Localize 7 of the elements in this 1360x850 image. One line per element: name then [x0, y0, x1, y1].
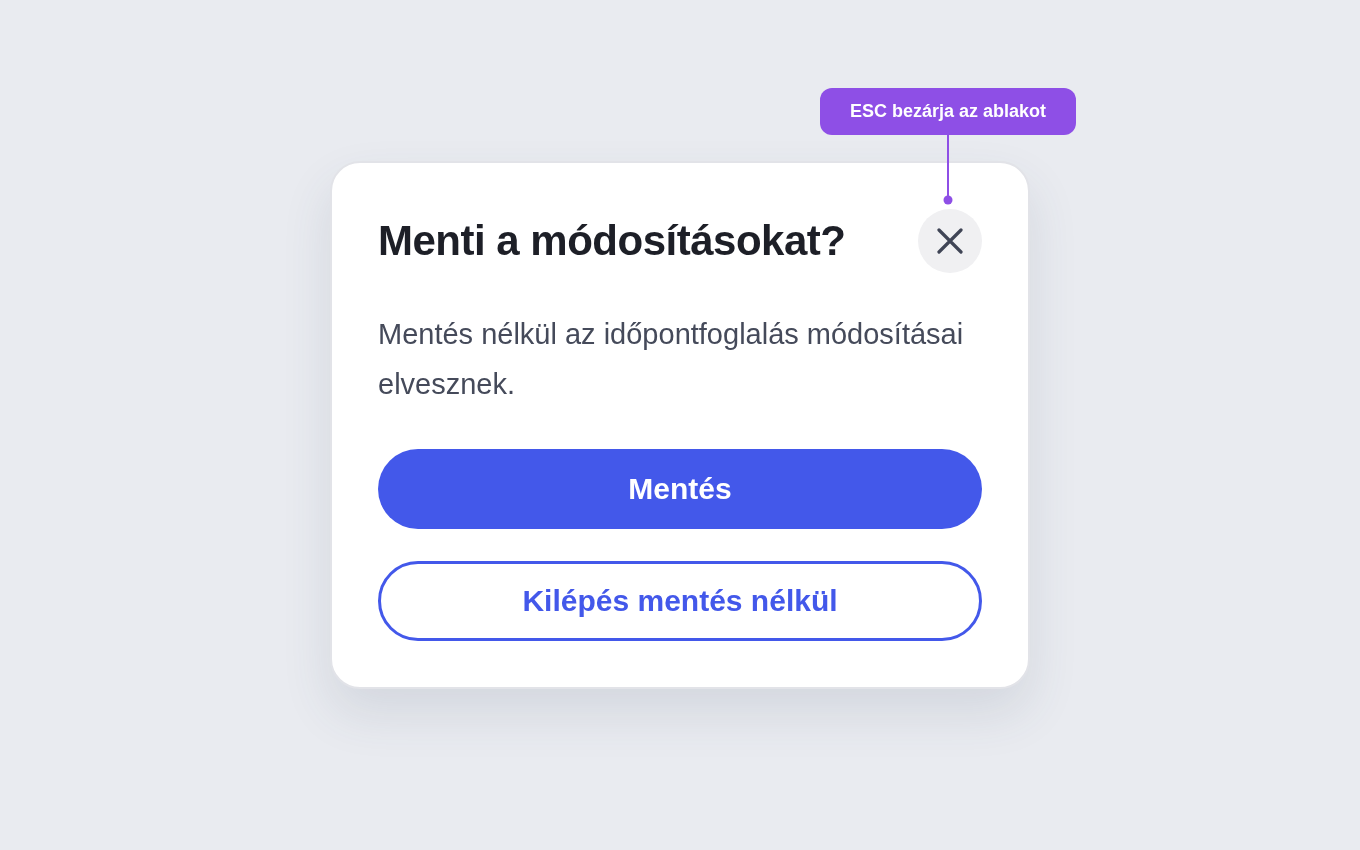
save-button[interactable]: Mentés [378, 449, 982, 529]
leader-line [943, 135, 953, 206]
dialog-title: Menti a módosításokat? [378, 217, 846, 265]
dialog-message: Mentés nélkül az időpontfoglalás módosításai elvesznek. [378, 317, 965, 402]
annotation-tooltip: ESC bezárja az ablakot [820, 88, 1076, 135]
discard-button[interactable]: Kilépés mentés nélkül [378, 561, 982, 641]
close-icon [937, 228, 963, 254]
